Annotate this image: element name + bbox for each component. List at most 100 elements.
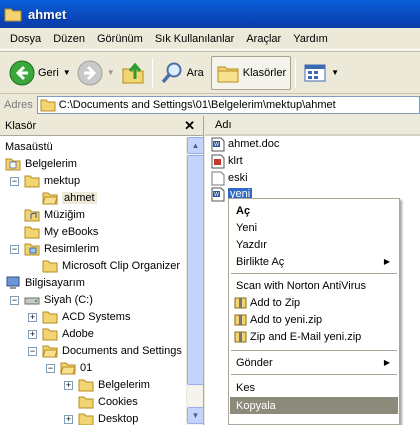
folder-icon [42, 311, 58, 323]
tree-item-mektup[interactable]: mektup [24, 172, 80, 189]
expand-toggle[interactable]: + [64, 381, 73, 390]
scroll-up-icon[interactable]: ▲ [187, 137, 204, 154]
folders-pane-title: Klasör [5, 119, 37, 132]
search-icon [161, 62, 182, 83]
tree-item-adobe[interactable]: Adobe [42, 325, 94, 342]
up-folder-icon [122, 62, 144, 83]
tree-item-my-pictures[interactable]: Resimlerim [24, 240, 99, 257]
expand-toggle[interactable]: + [64, 415, 73, 424]
collapse-toggle[interactable]: − [10, 177, 19, 186]
zip-icon [234, 314, 247, 326]
scroll-down-icon[interactable]: ▼ [187, 407, 204, 424]
tree-item-my-computer[interactable]: Bilgisayarım [5, 274, 85, 291]
tree-item-label: Belgelerim [98, 378, 150, 391]
collapse-toggle[interactable]: − [28, 347, 37, 356]
title-bar: ahmet [0, 0, 420, 28]
file-item[interactable]: eski [211, 170, 248, 186]
column-header-name[interactable]: Adı [205, 116, 420, 136]
menu-favorites[interactable]: Sık Kullanılanlar [149, 33, 241, 45]
expand-toggle[interactable]: + [28, 330, 37, 339]
collapse-toggle[interactable]: − [10, 296, 19, 305]
menu-file[interactable]: Dosya [4, 33, 47, 45]
tree-item-desktop[interactable]: Masaüstü [5, 138, 53, 155]
folder-tree-scrollbar[interactable]: ▲ ▼ [186, 137, 204, 425]
document-icon [211, 154, 225, 168]
tree-item-label: Microsoft Clip Organizer [62, 259, 180, 272]
menu-item-scan-norton[interactable]: Scan with Norton AntiVirus [230, 277, 398, 294]
tree-item-my-music[interactable]: Müziğim [24, 206, 85, 223]
collapse-toggle[interactable]: − [46, 364, 55, 373]
tree-item-my-ebooks[interactable]: My eBooks [24, 223, 98, 240]
address-bar: Adres C:\Documents and Settings\01\Belge… [0, 93, 420, 115]
menu-item-label: Aç [236, 204, 251, 217]
file-item[interactable]: klrt [211, 153, 243, 169]
word-document-icon: W [211, 137, 225, 151]
expand-toggle[interactable]: + [28, 313, 37, 322]
tree-item-my-documents[interactable]: Belgelerim [5, 155, 77, 172]
folders-label: Klasörler [242, 66, 287, 79]
folder-tree: Masaüstü Belgelerim − mektup ahmet Müziğ… [0, 137, 186, 425]
documents-folder-icon [5, 158, 21, 170]
tree-item-desktop-folder[interactable]: Desktop [78, 410, 138, 425]
scrollbar-thumb[interactable] [187, 155, 204, 385]
svg-text:W: W [214, 142, 219, 148]
zip-icon [234, 331, 247, 343]
back-button[interactable]: Geri ▼ [6, 56, 74, 90]
menu-item-print[interactable]: Yazdır [230, 236, 398, 253]
up-folder-button[interactable] [118, 56, 148, 90]
views-dropdown-icon[interactable]: ▼ [331, 68, 339, 77]
menu-item-zip-email[interactable]: Zip and E-Mail yeni.zip [230, 328, 398, 345]
tree-item-label: Müziğim [44, 208, 85, 221]
forward-dropdown-icon[interactable]: ▼ [107, 68, 115, 77]
file-item[interactable]: W ahmet.doc [211, 136, 279, 152]
address-label: Adres [4, 98, 33, 111]
menu-item-new[interactable]: Yeni [230, 219, 398, 236]
menu-item-open-with[interactable]: Birlikte Aç ▶ [230, 253, 398, 270]
menu-item-add-to-yeni-zip[interactable]: Add to yeni.zip [230, 311, 398, 328]
forward-arrow-icon [77, 60, 103, 85]
views-button[interactable]: ▼ [300, 56, 342, 90]
toolbar-separator [151, 57, 153, 88]
menu-tools[interactable]: Araçlar [240, 33, 287, 45]
open-folder-icon [60, 362, 76, 374]
music-folder-icon [24, 209, 40, 221]
tree-item-documents-and-settings[interactable]: Documents and Settings [42, 342, 182, 359]
menu-item-label: Add to Zip [250, 296, 301, 309]
computer-icon [6, 276, 20, 289]
tree-item-label: Desktop [98, 412, 139, 425]
tree-item-label: ACD Systems [62, 310, 131, 323]
tree-item-label: My eBooks [44, 225, 99, 238]
open-folder-icon [42, 345, 58, 357]
folder-icon [42, 328, 58, 340]
back-dropdown-icon[interactable]: ▼ [63, 68, 71, 77]
menu-item-copy[interactable]: Kopyala [230, 397, 398, 414]
address-path: C:\Documents and Settings\01\Belgelerim\… [58, 98, 336, 111]
tree-item-acd-systems[interactable]: ACD Systems [42, 308, 130, 325]
menu-item-add-to-zip[interactable]: Add to Zip [230, 294, 398, 311]
tree-item-ahmet[interactable]: ahmet [42, 189, 97, 206]
menu-item-open[interactable]: Aç [230, 202, 398, 219]
tree-item-cookies[interactable]: Cookies [78, 393, 138, 410]
tree-item-01[interactable]: 01 [60, 359, 92, 376]
menu-item-send-to[interactable]: Gönder ▶ [230, 354, 398, 371]
submenu-arrow-icon: ▶ [383, 358, 390, 367]
address-input[interactable]: C:\Documents and Settings\01\Belgelerim\… [36, 95, 420, 114]
menu-view[interactable]: Görünüm [91, 33, 149, 45]
menu-item-cut[interactable]: Kes [230, 379, 398, 396]
menu-help[interactable]: Yardım [287, 33, 334, 45]
folders-button[interactable]: Klasörler [210, 55, 292, 90]
blank-file-icon [211, 171, 225, 185]
menu-separator [231, 350, 397, 351]
forward-button[interactable]: ▼ [74, 56, 118, 90]
open-folder-icon [24, 175, 40, 187]
search-button[interactable]: Ara [157, 56, 207, 90]
toolbar: Geri ▼ ▼ Ara Klasörler ▼ [0, 51, 420, 93]
tree-item-belgelerim-nested[interactable]: Belgelerim [78, 376, 150, 393]
menu-edit[interactable]: Düzen [47, 33, 91, 45]
back-arrow-icon [9, 60, 35, 85]
tree-item-clip-organizer[interactable]: Microsoft Clip Organizer [42, 257, 180, 274]
tree-item-label: Adobe [62, 327, 94, 340]
collapse-toggle[interactable]: − [10, 245, 19, 254]
tree-item-drive-c[interactable]: Siyah (C:) [24, 291, 93, 308]
close-icon[interactable]: ✕ [184, 118, 195, 134]
